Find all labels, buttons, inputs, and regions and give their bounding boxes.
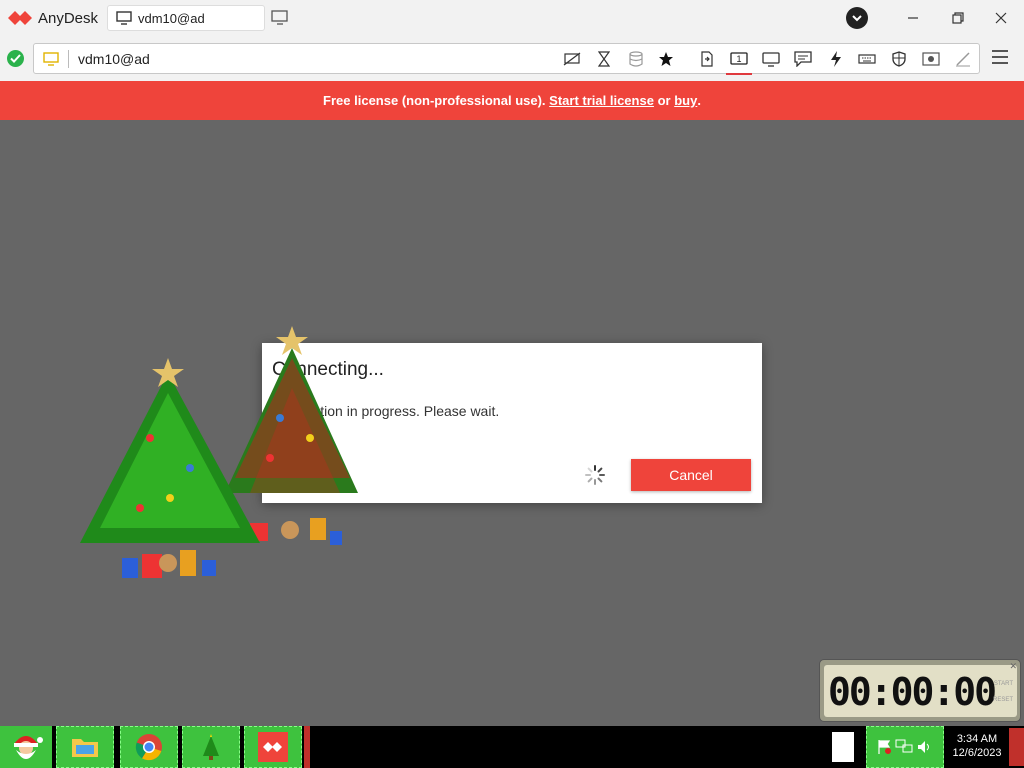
- start-button[interactable]: [0, 726, 52, 768]
- pen-icon: [956, 52, 970, 67]
- svg-text:1: 1: [736, 54, 741, 64]
- network-icon[interactable]: [895, 739, 913, 755]
- address-bar[interactable]: vdm10@ad 1: [33, 43, 980, 75]
- anydesk-logo-icon: [8, 11, 32, 25]
- lightning-icon: [831, 51, 841, 67]
- volume-icon[interactable]: [917, 740, 933, 754]
- shield-icon: [892, 51, 906, 67]
- stopwatch-digits: 00:00:00: [827, 670, 997, 714]
- taskbar-divider: [304, 726, 310, 768]
- cancel-button[interactable]: Cancel: [631, 459, 751, 491]
- banner-end: .: [697, 93, 701, 108]
- buy-link[interactable]: buy: [674, 93, 697, 108]
- chat-icon: [794, 51, 812, 67]
- display-icon: [762, 51, 780, 67]
- close-icon: [995, 12, 1007, 24]
- clock-time: 3:34 AM: [956, 733, 998, 745]
- system-tray: [866, 726, 944, 768]
- flag-icon[interactable]: [877, 739, 891, 755]
- keyboard-icon: [858, 54, 876, 64]
- hamburger-menu-icon: [992, 50, 1008, 64]
- permissions-button[interactable]: [888, 48, 910, 70]
- tab-session[interactable]: vdm10@ad: [107, 5, 265, 31]
- taskbar-file-explorer[interactable]: [56, 726, 114, 768]
- display-1-icon: 1: [730, 51, 748, 65]
- star-icon: [659, 52, 673, 66]
- download-arrow-icon: [846, 7, 868, 29]
- minimize-button[interactable]: [893, 0, 933, 36]
- stopwatch-reset[interactable]: RESET: [993, 697, 1013, 703]
- title-bar: AnyDesk vdm10@ad: [0, 0, 1024, 36]
- minimize-icon: [908, 17, 918, 19]
- favorite-button[interactable]: [655, 48, 677, 70]
- taskbar-anydesk[interactable]: [244, 726, 302, 768]
- banner-or: or: [653, 93, 675, 108]
- new-session-button[interactable]: [271, 10, 289, 31]
- address-row: vdm10@ad 1: [0, 36, 1024, 81]
- check-circle-icon: [7, 50, 24, 67]
- red-tree: [225, 326, 358, 545]
- start-trial-link[interactable]: Start trial license: [549, 93, 654, 108]
- green-tree: [80, 358, 260, 578]
- file-transfer-button[interactable]: [696, 48, 718, 70]
- chrome-icon: [135, 734, 162, 761]
- monitor-icon: [116, 11, 132, 25]
- keyboard-button[interactable]: [856, 48, 878, 70]
- license-banner: Free license (non-professional use). Sta…: [0, 81, 1024, 120]
- anydesk-taskbar-icon: [258, 732, 288, 762]
- privacy-mode-button[interactable]: [561, 48, 583, 70]
- loading-spinner-icon: [585, 465, 605, 485]
- address-input[interactable]: vdm10@ad: [78, 51, 150, 67]
- record-icon: [922, 52, 940, 66]
- monitor-yellow-icon: [43, 52, 59, 66]
- stopwatch-close-icon[interactable]: ✕: [1009, 661, 1017, 672]
- app-name: AnyDesk: [38, 9, 99, 27]
- folder-icon: [72, 739, 98, 757]
- monitor-1-button[interactable]: 1: [726, 48, 752, 75]
- download-button[interactable]: [837, 0, 877, 36]
- eye-slash-icon: [563, 52, 581, 66]
- taskbar: 3:34 AM 12/6/2023: [0, 726, 1024, 768]
- database-button[interactable]: [625, 48, 647, 70]
- clock-date: 12/6/2023: [952, 747, 1002, 759]
- restore-icon: [952, 12, 964, 24]
- christmas-trees-decoration: [80, 326, 358, 578]
- stopwatch-start[interactable]: START: [994, 681, 1013, 687]
- hourglass-icon: [598, 51, 610, 67]
- christmas-tree-icon: [203, 734, 219, 760]
- whiteboard-button[interactable]: [952, 48, 974, 70]
- display-settings-button[interactable]: [760, 48, 782, 70]
- address-separator: [68, 50, 69, 68]
- record-button[interactable]: [920, 48, 942, 70]
- new-session-icon: [271, 10, 288, 25]
- chat-button[interactable]: [792, 48, 814, 70]
- main-menu-button[interactable]: [990, 49, 1010, 70]
- close-button[interactable]: [981, 0, 1021, 36]
- stopwatch-widget: 00:00:00 START RESET ✕: [819, 659, 1021, 722]
- banner-text: Free license (non-professional use).: [323, 93, 550, 108]
- show-desktop-button[interactable]: [1009, 728, 1024, 766]
- show-hidden-tray[interactable]: [832, 732, 854, 762]
- santa-icon: [14, 736, 43, 759]
- tab-label: vdm10@ad: [138, 10, 205, 26]
- database-icon: [629, 51, 643, 67]
- taskbar-clock[interactable]: 3:34 AM 12/6/2023: [946, 732, 1008, 760]
- app-brand: AnyDesk: [8, 0, 98, 36]
- taskbar-xmas-tree[interactable]: [182, 726, 240, 768]
- taskbar-chrome[interactable]: [120, 726, 178, 768]
- stopwatch-face: 00:00:00 START RESET: [824, 665, 1017, 717]
- hourglass-button[interactable]: [593, 48, 615, 70]
- restore-button[interactable]: [938, 0, 978, 36]
- file-transfer-icon: [701, 51, 713, 67]
- actions-button[interactable]: [825, 48, 847, 70]
